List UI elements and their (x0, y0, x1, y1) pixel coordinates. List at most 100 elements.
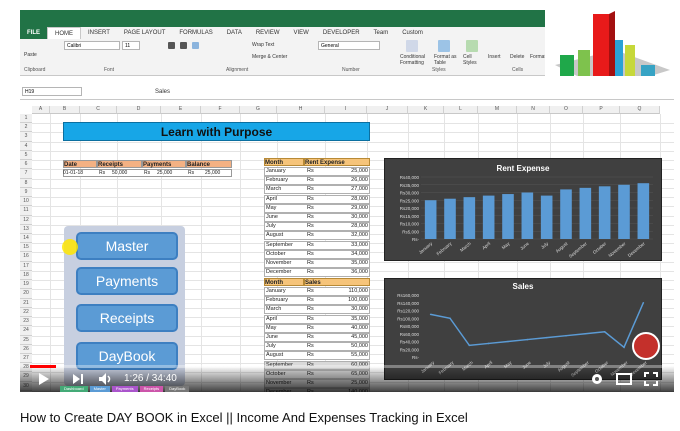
play-icon[interactable] (38, 372, 50, 386)
tab-insert[interactable]: INSERT (81, 27, 117, 39)
sales-point (449, 317, 451, 320)
rent-table-value: 30,000 (351, 214, 368, 220)
cell-styles-button[interactable]: Cell Styles (463, 54, 483, 66)
sheet-tab[interactable]: Master (89, 386, 110, 392)
tab-team[interactable]: Team (367, 27, 396, 39)
conditional-formatting-button[interactable]: Conditional Formatting (400, 54, 434, 66)
format-as-table-button[interactable]: Format as Table (434, 54, 462, 66)
merge-center-button[interactable]: Merge & Center (252, 54, 287, 60)
tab-developer[interactable]: DEVELOPER (316, 27, 367, 39)
theater-mode-icon[interactable] (616, 373, 632, 385)
master-button[interactable]: Master (76, 232, 178, 260)
row-header[interactable]: 17 (20, 261, 32, 271)
row-header[interactable]: 13 (20, 224, 32, 234)
paste-button[interactable]: Paste (24, 52, 37, 58)
column-header[interactable]: B (50, 106, 80, 114)
align-bottom-icon[interactable] (192, 42, 199, 49)
name-box[interactable]: H19 (22, 87, 82, 96)
font-name-select[interactable]: Calibri (64, 41, 120, 50)
delete-cells-button[interactable]: Delete (510, 54, 524, 60)
row-header[interactable]: 19 (20, 280, 32, 290)
row-header[interactable]: 1 (20, 114, 32, 124)
column-header[interactable]: K (408, 106, 444, 114)
row-header[interactable]: 12 (20, 215, 32, 225)
row-header[interactable]: 21 (20, 298, 32, 308)
tab-data[interactable]: DATA (220, 27, 249, 39)
next-icon[interactable] (72, 373, 84, 385)
row-header[interactable]: 25 (20, 335, 32, 345)
row-header[interactable]: 2 (20, 123, 32, 133)
column-header[interactable]: L (444, 106, 478, 114)
column-header[interactable]: P (583, 106, 620, 114)
wrap-text-button[interactable]: Wrap Text (252, 42, 274, 48)
rent-expense-chart[interactable]: Rent Expense Rs40,000 Rs35,000 Rs30,000 Rs2… (384, 158, 662, 261)
column-header[interactable]: J (367, 106, 408, 114)
formula-input[interactable]: Sales (155, 89, 170, 95)
tab-home[interactable]: HOME (47, 27, 81, 39)
sheet-tab[interactable]: DayBook (165, 386, 190, 392)
row-header[interactable]: 18 (20, 270, 32, 281)
row-header[interactable]: 10 (20, 197, 32, 207)
volume-icon[interactable] (98, 372, 112, 386)
column-header[interactable]: M (478, 106, 517, 114)
sheet-tab[interactable]: Receipts (139, 386, 164, 392)
tab-file[interactable]: FILE (20, 27, 47, 39)
tab-review[interactable]: REVIEW (249, 27, 287, 39)
column-header[interactable]: A (32, 106, 50, 114)
summary-header: Receipts (97, 160, 142, 168)
row-header[interactable]: 26 (20, 344, 32, 354)
worksheet-grid[interactable]: ABCDEFGHIJKLMNOPQ 1 2 3 4 5 6 7 8 9 10 11 12 13 14 15 1… (20, 106, 674, 392)
format-cells-button[interactable]: Format (530, 54, 546, 60)
row-header[interactable]: 11 (20, 206, 32, 216)
row-header[interactable]: 14 (20, 233, 32, 244)
rent-table-month: November (266, 260, 292, 266)
font-size-select[interactable]: 11 (122, 41, 140, 50)
subscribe-icon[interactable] (632, 332, 660, 360)
row-header[interactable]: 27 (20, 353, 32, 364)
row-header[interactable]: 7 (20, 169, 32, 179)
tab-page-layout[interactable]: PAGE LAYOUT (117, 27, 172, 39)
column-header[interactable]: Q (620, 106, 660, 114)
column-header[interactable]: I (325, 106, 367, 114)
row-header[interactable]: 16 (20, 252, 32, 262)
column-header[interactable]: N (517, 106, 550, 114)
insert-cells-button[interactable]: Insert (488, 54, 501, 60)
column-header[interactable]: C (80, 106, 117, 114)
column-header[interactable]: D (117, 106, 161, 114)
column-header[interactable]: E (161, 106, 201, 114)
row-header[interactable]: 15 (20, 243, 32, 253)
progress-bar[interactable] (30, 365, 664, 368)
sheet-tab[interactable]: Payments (111, 386, 138, 392)
row-header[interactable]: 24 (20, 326, 32, 336)
sales-y-tick: Rs40,000 (400, 340, 420, 345)
row-header[interactable]: 6 (20, 160, 32, 170)
row-header[interactable]: 8 (20, 178, 32, 188)
fullscreen-icon[interactable] (644, 372, 658, 386)
payments-button[interactable]: Payments (76, 267, 178, 295)
sheet-tab[interactable]: Dashboard (60, 386, 88, 392)
row-header[interactable]: 23 (20, 317, 32, 327)
column-header[interactable]: G (240, 106, 277, 114)
rent-table-month: July (266, 223, 276, 230)
column-header[interactable]: F (201, 106, 240, 114)
number-format-select[interactable]: General (318, 41, 380, 50)
video-player[interactable]: FILE HOME INSERT PAGE LAYOUT FORMULAS DATA REV… (20, 10, 674, 392)
row-header[interactable]: 3 (20, 132, 32, 142)
rent-table-currency: Rs (307, 241, 314, 248)
tab-custom[interactable]: Custom (395, 27, 430, 39)
align-top-icon[interactable] (168, 42, 175, 49)
summary-cell: 25,000 (205, 170, 221, 176)
receipts-button[interactable]: Receipts (76, 304, 178, 332)
row-header[interactable]: 9 (20, 187, 32, 198)
sales-table-month: January (266, 288, 286, 294)
row-header[interactable]: 4 (20, 141, 32, 151)
column-header[interactable]: O (550, 106, 583, 114)
row-header[interactable]: 22 (20, 307, 32, 318)
row-header[interactable]: 20 (20, 289, 32, 299)
settings-icon[interactable] (590, 372, 604, 386)
column-header[interactable]: H (277, 106, 325, 114)
tab-view[interactable]: VIEW (287, 27, 316, 39)
tab-formulas[interactable]: FORMULAS (172, 27, 219, 39)
align-middle-icon[interactable] (180, 42, 187, 49)
row-header[interactable]: 5 (20, 150, 32, 161)
